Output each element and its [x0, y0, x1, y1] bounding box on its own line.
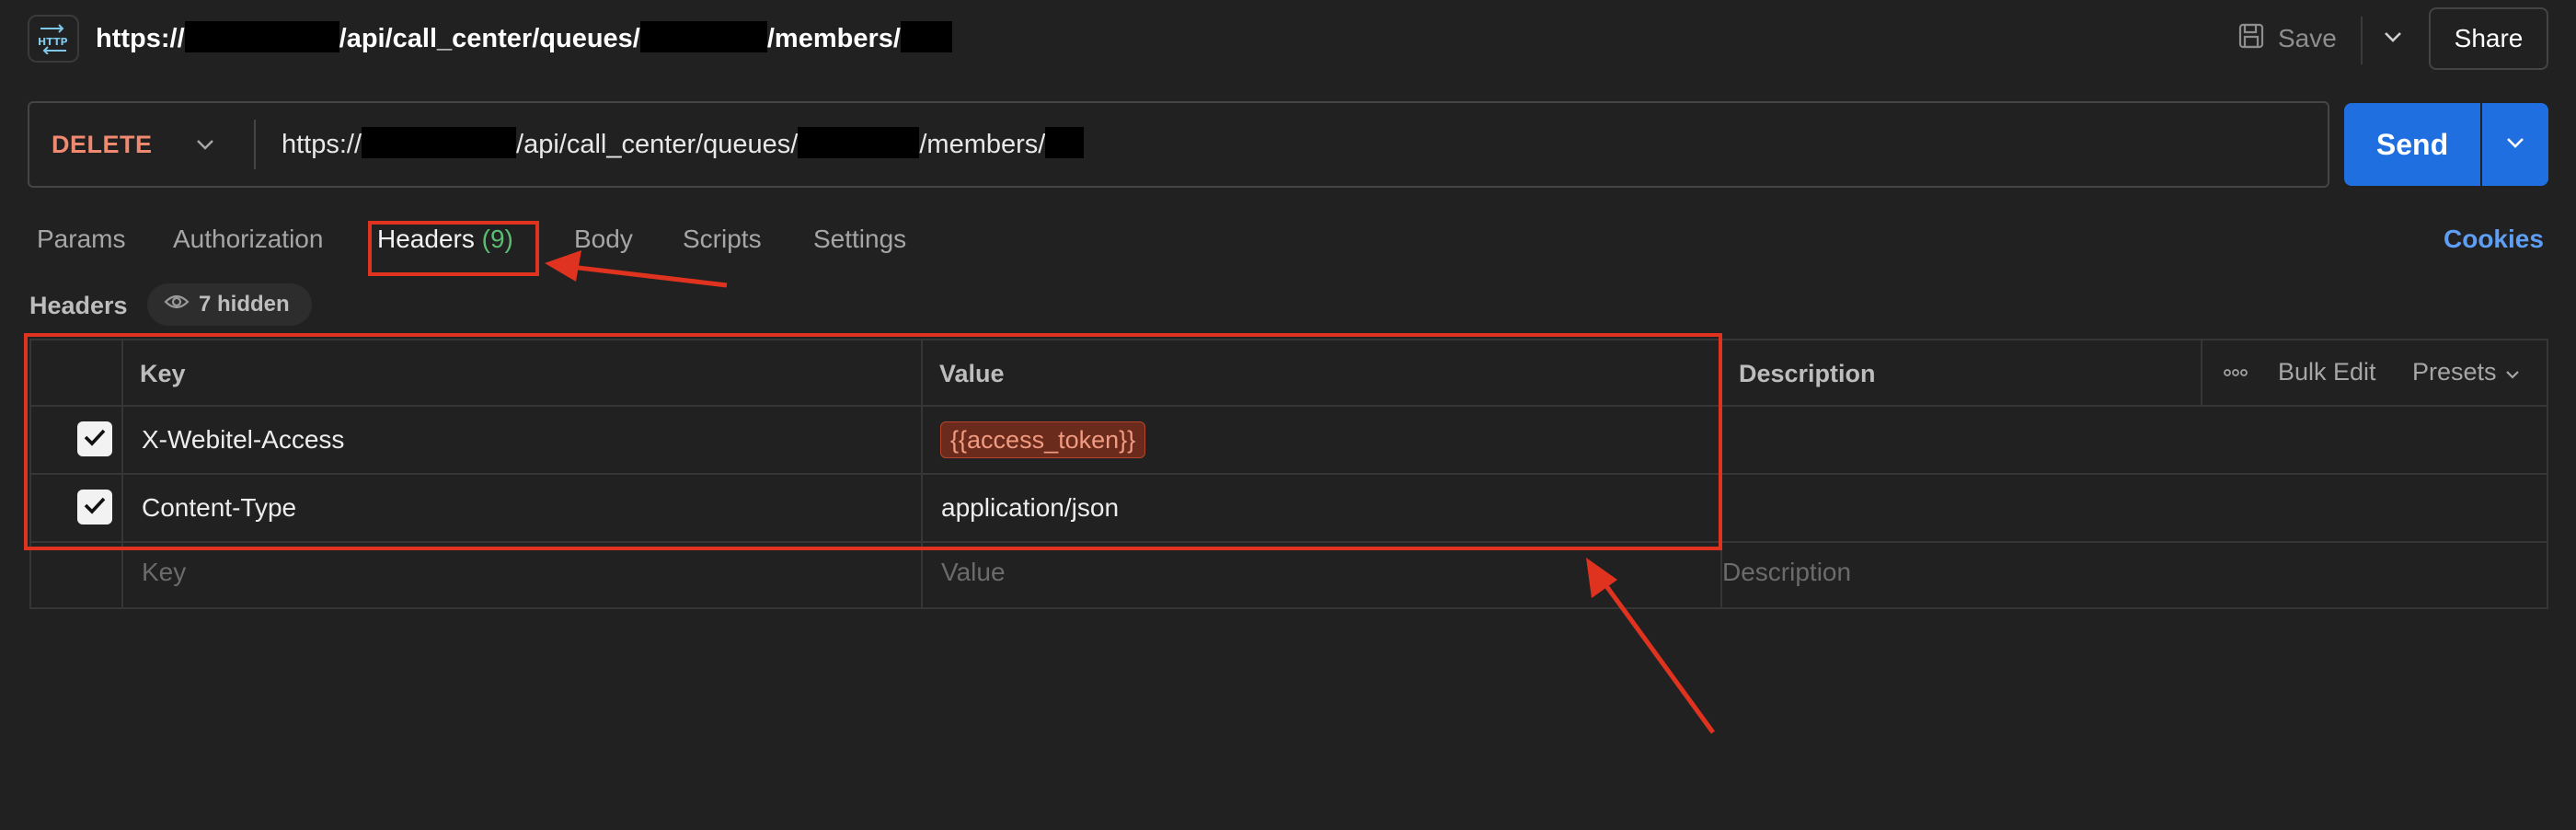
chevron-down-icon	[2504, 353, 2521, 390]
svg-text:HTTP: HTTP	[38, 36, 68, 48]
more-horizontal-icon[interactable]	[2223, 363, 2250, 383]
presets-dropdown[interactable]: Presets	[2412, 353, 2521, 390]
url-input[interactable]: https:///api/call_center/queues//members…	[282, 125, 1085, 164]
tab-authorization[interactable]: Authorization	[173, 221, 323, 258]
annotation-highlight-table	[24, 333, 1722, 550]
save-options-button[interactable]	[2372, 17, 2414, 61]
annotation-highlight-tab	[368, 221, 539, 276]
section-title: Headers	[29, 292, 128, 319]
column-header-description: Description	[1739, 360, 1876, 387]
cookies-link[interactable]: Cookies	[2444, 221, 2544, 258]
request-title[interactable]: https:///api/call_center/queues//members…	[96, 18, 952, 59]
tab-settings[interactable]: Settings	[813, 221, 906, 258]
save-button[interactable]: Save	[2237, 17, 2337, 61]
chevron-down-icon	[2504, 135, 2526, 155]
key-input[interactable]: Key	[142, 554, 186, 591]
tab-params[interactable]: Params	[37, 221, 125, 258]
redacted-queue-id	[639, 21, 767, 52]
http-icon: HTTP	[28, 15, 79, 63]
send-button[interactable]: Send	[2344, 103, 2480, 186]
tab-body[interactable]: Body	[574, 221, 633, 258]
redacted-member-id	[900, 21, 952, 52]
redacted-host	[362, 127, 517, 158]
redacted-member-id	[1045, 127, 1085, 158]
divider	[254, 120, 256, 169]
hidden-headers-toggle[interactable]: 7 hidden	[147, 283, 312, 326]
save-icon	[2237, 22, 2265, 56]
eye-icon	[164, 292, 190, 317]
share-button[interactable]: Share	[2429, 7, 2548, 70]
annotation-arrow-line	[569, 264, 728, 288]
divider	[2201, 339, 2202, 405]
send-options-button[interactable]	[2482, 103, 2548, 186]
redacted-queue-id	[798, 127, 920, 158]
description-input[interactable]: Description	[1722, 554, 1851, 591]
value-input[interactable]: Value	[941, 554, 1006, 591]
method-select[interactable]: DELETE	[52, 125, 153, 164]
chevron-down-icon[interactable]	[195, 125, 223, 164]
redacted-host	[184, 21, 339, 52]
tab-scripts[interactable]: Scripts	[683, 221, 762, 258]
chevron-down-icon	[2383, 30, 2403, 48]
bulk-edit-button[interactable]: Bulk Edit	[2278, 353, 2376, 390]
divider	[2361, 17, 2363, 64]
